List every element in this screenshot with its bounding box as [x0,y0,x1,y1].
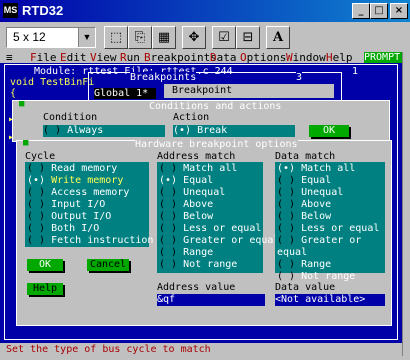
close-button[interactable]: × [390,3,408,19]
cycle-header: Cycle [25,151,56,162]
conditions-dialog: Conditions and actions ■ Condition ( ) A… [12,99,390,142]
data-match-header: Data match [275,151,336,162]
mark-icon[interactable]: ⬚ [104,26,128,49]
address-match-option[interactable]: ( ) Unequal [159,187,279,199]
ok-button[interactable]: OK [27,259,63,271]
data-match-option[interactable]: ( ) Below [277,211,391,223]
prompt-indicator: PROMPT [364,52,402,63]
address-match-option[interactable]: ( ) Above [159,199,279,211]
menu-file[interactable]: File [30,52,57,63]
cycle-option[interactable]: ( ) Output I/O [27,211,153,223]
font-size-select[interactable]: 5 x 12 ▼ [6,27,96,48]
cycle-option[interactable]: ( ) Read memory [27,163,153,175]
breakpoint-list-item[interactable]: Global 1* [94,88,156,99]
breakpoint-label: Breakpoint [164,84,334,98]
minimize-button[interactable]: _ [352,3,370,19]
menu-view[interactable]: View [90,52,117,63]
action-label: Action [173,112,210,123]
toolbar: 5 x 12 ▼ ⬚ ⎘ ▦ ✥ ☑ ⊟ A [0,22,410,53]
menu-options[interactable]: Options [240,52,286,63]
address-match-option-selected[interactable]: (•) Equal [159,175,279,187]
paste-icon[interactable]: ▦ [152,26,176,49]
address-match-option[interactable]: ( ) Match all [159,163,279,175]
address-match-list: ( ) Match all (•) Equal ( ) Unequal ( ) … [159,163,279,271]
data-match-option-selected[interactable]: (•) Match all [277,163,391,175]
cycle-list: ( ) Read memory (•) Write memory ( ) Acc… [27,163,153,247]
cancel-button[interactable]: Cancel [87,259,129,271]
fullscreen-icon[interactable]: ✥ [182,26,206,49]
address-match-option[interactable]: ( ) Greater or equal [159,235,279,247]
code-line: void TestBinFi [10,77,95,88]
data-match-option[interactable]: ( ) Greater or equal [277,235,391,259]
address-match-option[interactable]: ( ) Range [159,247,279,259]
maximize-button[interactable]: □ [370,3,388,19]
cycle-option-selected[interactable]: (•) Write memory [27,175,153,187]
data-match-option[interactable]: ( ) Equal [277,175,391,187]
menu-window[interactable]: Window [286,52,326,63]
address-match-option[interactable]: ( ) Less or equal [159,223,279,235]
hardware-options-dialog: Hardware breakpoint options ■ Cycle ( ) … [16,138,392,326]
breakpoints-number: 3 [296,72,303,83]
cycle-option[interactable]: ( ) Access memory [27,187,153,199]
font-icon[interactable]: A [266,26,290,49]
data-match-list: (•) Match all ( ) Equal ( ) Unequal ( ) … [277,163,391,283]
menu-edit[interactable]: Edit [60,52,87,63]
data-match-option[interactable]: ( ) Range [277,259,391,271]
background-icon[interactable]: ⊟ [236,26,260,49]
address-match-option[interactable]: ( ) Below [159,211,279,223]
cycle-option[interactable]: ( ) Both I/O [27,223,153,235]
ok-button-top[interactable]: OK [309,125,349,137]
help-button[interactable]: Help [27,283,63,295]
system-menu-icon[interactable]: ≡ [6,52,13,63]
hardware-options-title: Hardware breakpoint options [135,139,298,150]
close-icon[interactable]: ■ [23,138,28,148]
chevron-down-icon[interactable]: ▼ [78,28,95,47]
module-number: 1 [352,66,359,77]
code-line: { [10,88,17,99]
close-icon[interactable]: ■ [19,99,24,109]
vertical-scrollbar[interactable] [402,52,410,356]
font-size-value: 5 x 12 [13,30,46,44]
conditions-title: Conditions and actions [149,101,282,112]
menu-help[interactable]: Help [326,52,353,63]
data-match-option[interactable]: ( ) Above [277,199,391,211]
address-match-header: Address match [157,151,236,162]
app-icon[interactable]: MS [3,3,18,18]
condition-select[interactable]: ( ) Always [43,125,165,137]
action-value: Break [197,125,228,136]
cycle-option[interactable]: ( ) Input I/O [27,199,153,211]
data-value-label: Data value [275,282,336,293]
status-bar: Set the type of bus cycle to match [0,343,402,356]
menu-data[interactable]: Data [210,52,237,63]
data-match-option[interactable]: ( ) Less or equal [277,223,391,235]
action-select[interactable]: (•) Break [173,125,295,137]
copy-icon[interactable]: ⎘ [128,26,152,49]
menu-run[interactable]: Run [120,52,140,63]
properties-icon[interactable]: ☑ [212,26,236,49]
address-match-option[interactable]: ( ) Not range [159,259,279,271]
menu-bar: ≡ File Edit View Run Breakpoints Data Op… [0,52,402,63]
breakpoints-title: Breakpoints [130,72,197,83]
condition-label: Condition [43,112,98,123]
menu-breakpoints[interactable]: Breakpoints [144,52,217,63]
title-bar: MS RTD32 _ □ × [0,0,410,22]
condition-value: Always [67,125,104,136]
data-value-input[interactable]: <Not available> [275,294,385,306]
address-value-label: Address value [157,282,236,293]
window-title: RTD32 [22,3,64,18]
address-value-input[interactable]: &qf [157,294,265,306]
data-match-option[interactable]: ( ) Unequal [277,187,391,199]
cycle-option[interactable]: ( ) Fetch instruction [27,235,153,247]
